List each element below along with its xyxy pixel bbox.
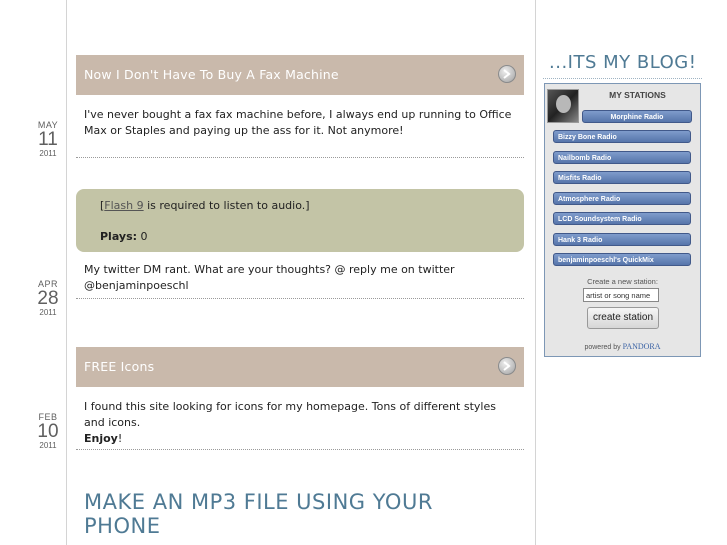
post-emphasis: Enjoy [84,432,118,445]
post-title-large[interactable]: MAKE AN MP3 FILE USING YOUR PHONE [84,490,514,538]
station-button[interactable]: Bizzy Bone Radio [553,130,691,143]
date-day: 28 [37,288,59,309]
pandora-widget: MY STATIONS Morphine Radio Bizzy Bone Ra… [544,83,701,357]
plays-value: 0 [140,230,148,243]
blog-title[interactable]: ...ITS MY BLOG! [549,52,696,73]
create-station-label: Create a new station: [587,277,658,286]
post-header-free-icons[interactable]: FREE Icons [76,347,524,387]
blog-title-divider [543,78,702,79]
audio-player-box: [Flash 9 is required to listen to audio.… [76,189,524,252]
post-date: MAY 11 2011 [30,121,66,158]
post-body: My twitter DM rant. What are your though… [84,263,455,292]
post-body-text: I found this site looking for icons for … [84,400,496,429]
station-button[interactable]: Hank 3 Radio [553,233,691,246]
post-divider [76,157,524,158]
station-button[interactable]: Morphine Radio [582,110,692,123]
post-divider [76,449,524,450]
post-divider [76,298,524,299]
plays-label: Plays: [100,230,138,243]
station-button[interactable]: Misfits Radio [553,171,691,184]
post-title[interactable]: FREE Icons [84,359,154,374]
date-year: 2011 [39,308,57,317]
powered-by: powered by PANDORA [545,342,700,351]
post-date: APR 28 2011 [30,280,66,317]
station-button[interactable]: benjaminpoeschl's QuickMix [553,253,691,266]
flash-text: is required to listen to audio. [143,199,306,212]
post-body: I've never bought a fax fax machine befo… [84,108,512,137]
content-right-rule [535,0,536,545]
date-year: 2011 [39,441,57,450]
post-header-fax[interactable]: Now I Don't Have To Buy A Fax Machine [76,55,524,95]
post-emphasis-suffix: ! [117,432,123,445]
powered-by-label: powered by [584,344,621,351]
plays-counter: Plays: 0 [100,230,148,243]
post-title[interactable]: Now I Don't Have To Buy A Fax Machine [84,67,339,82]
stations-heading: MY STATIONS [609,90,666,100]
date-year: 2011 [39,149,57,158]
arrow-right-icon[interactable] [498,65,516,83]
flash-link[interactable]: Flash 9 [104,199,143,212]
flash-notice: [Flash 9 is required to listen to audio.… [100,199,310,212]
content-left-rule [66,0,67,545]
station-search-input[interactable] [583,288,659,302]
station-button[interactable]: Nailbomb Radio [553,151,691,164]
date-day: 10 [37,421,59,442]
create-station-button[interactable]: create station [587,307,659,329]
station-button[interactable]: LCD Soundsystem Radio [553,212,691,225]
post-body: I found this site looking for icons for … [84,399,514,447]
arrow-right-icon[interactable] [498,357,516,375]
date-day: 11 [38,129,58,150]
pandora-brand-link[interactable]: PANDORA [623,342,661,351]
post-date: FEB 10 2011 [30,413,66,450]
station-button[interactable]: Atmosphere Radio [553,192,691,205]
